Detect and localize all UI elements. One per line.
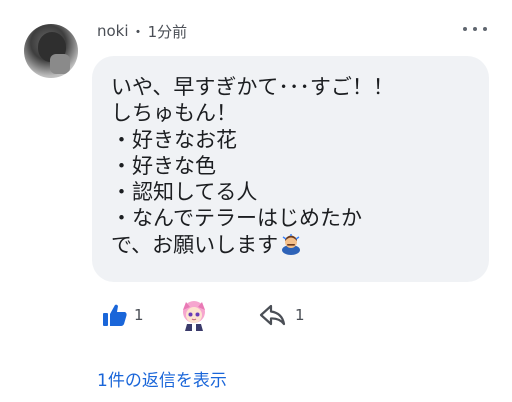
reaction-sticker-icon[interactable] — [177, 298, 211, 332]
view-replies-link[interactable]: 1件の返信を表示 — [97, 366, 227, 391]
bowing-person-icon — [282, 233, 301, 255]
avatar-hand — [50, 54, 70, 74]
author-name[interactable]: noki — [97, 22, 129, 40]
share-icon[interactable] — [258, 303, 286, 327]
comment-text: いや、早すぎかて･･･すご！！ しちゅもん！ ・好きなお花 ・好きな色 ・認知し… — [111, 75, 394, 257]
header-separator: ・ — [130, 22, 146, 41]
comment-body: いや、早すぎかて･･･すご！！ しちゅもん！ ・好きなお花 ・好きな色 ・認知し… — [111, 74, 471, 258]
comment-timestamp: 1分前 — [147, 22, 188, 41]
more-options-dot — [483, 27, 487, 31]
thumbs-up-icon[interactable] — [102, 303, 128, 327]
comment-bubble: いや、早すぎかて･･･すご！！ しちゅもん！ ・好きなお花 ・好きな色 ・認知し… — [92, 56, 489, 282]
more-options-dot — [473, 27, 477, 31]
like-count: 1 — [134, 306, 144, 324]
more-options-button[interactable] — [463, 22, 487, 36]
more-options-icon — [463, 27, 467, 31]
share-count: 1 — [295, 306, 305, 324]
comment-header: noki ・ 1分前 — [97, 20, 187, 42]
comment-actions: 1 1 — [0, 298, 512, 332]
avatar[interactable] — [24, 24, 78, 78]
